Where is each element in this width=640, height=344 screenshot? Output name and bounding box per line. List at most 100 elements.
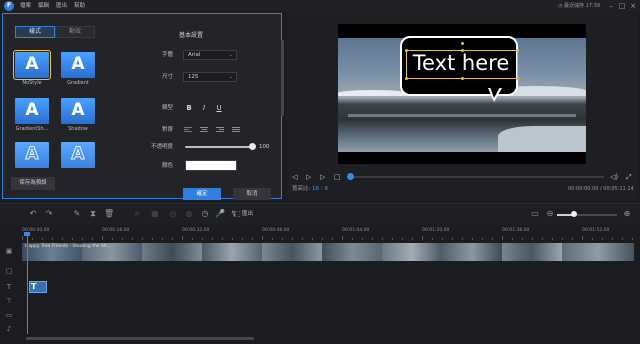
crop-icon[interactable]: ⌗ — [132, 209, 142, 219]
timeline-tick — [222, 238, 223, 240]
speed-icon[interactable]: ◷ — [200, 209, 210, 219]
size-label: 尺寸 — [161, 74, 173, 80]
tab-style[interactable]: 樣式 — [15, 26, 55, 38]
tab-animation[interactable]: 動效 — [55, 26, 95, 38]
playback-progress-handle[interactable] — [347, 173, 354, 180]
timeline-tick — [182, 236, 183, 240]
opacity-slider-handle[interactable] — [249, 143, 256, 150]
color-label: 顏色 — [161, 163, 173, 169]
aspect-ratio-value[interactable]: 16 : 9 — [312, 185, 328, 193]
resize-handle[interactable] — [516, 77, 519, 80]
opacity-slider-track[interactable] — [185, 146, 255, 148]
voiceover-icon[interactable]: 🎤 — [215, 209, 225, 219]
volume-icon[interactable]: ◁) — [610, 172, 618, 182]
resize-handle[interactable] — [405, 77, 408, 80]
timeline-tick — [52, 238, 53, 240]
font-label: 字體 — [161, 52, 173, 58]
timeline-tick — [322, 238, 323, 240]
video-clip[interactable]: Happy Tree Friends - Stealing the Sh... — [22, 243, 634, 261]
timeline-tick — [462, 238, 463, 240]
video-preview[interactable]: Text here — [338, 24, 586, 164]
menu-export[interactable]: 匯出 — [56, 1, 67, 11]
save-preset-button[interactable]: 保存為預設 — [11, 177, 55, 190]
style-label: GradientSh... — [15, 126, 49, 132]
align-justify-icon[interactable] — [232, 126, 240, 134]
freeze-icon[interactable]: ◎ — [168, 209, 178, 219]
split-icon[interactable]: ⧗ — [88, 209, 98, 219]
style-preset-hollow-1[interactable]: A — [15, 142, 49, 170]
timeline-tick — [392, 238, 393, 240]
playback-progress-track[interactable] — [350, 176, 604, 178]
bold-button[interactable]: B — [185, 104, 193, 112]
cancel-button[interactable]: 取消 — [233, 188, 271, 200]
zoom-out-icon[interactable]: ⊖ — [545, 209, 555, 219]
timeline-tick — [482, 238, 483, 240]
style-preset-gradient[interactable]: A Gradient — [61, 52, 95, 86]
app-logo-icon: F — [4, 1, 14, 11]
fit-timeline-icon[interactable]: ▭ — [530, 209, 540, 219]
delete-icon[interactable]: 🗑 — [104, 209, 114, 219]
timeline-tick — [382, 238, 383, 240]
timeline-tick — [432, 238, 433, 240]
color-picker[interactable] — [185, 160, 237, 171]
resize-handle[interactable] — [405, 49, 408, 52]
opacity-label: 不透明度 — [150, 144, 173, 150]
minimize-icon[interactable]: – — [606, 0, 616, 12]
text-selection-box[interactable] — [406, 50, 518, 79]
close-icon[interactable]: × — [628, 0, 638, 12]
align-right-icon[interactable] — [216, 126, 224, 134]
timeline-tick — [422, 236, 423, 240]
maximize-icon[interactable]: □ — [617, 0, 627, 12]
timeline-tick — [472, 238, 473, 240]
align-center-icon[interactable] — [200, 126, 208, 134]
previous-frame-icon[interactable]: ◁ — [292, 172, 297, 182]
resize-handle[interactable] — [461, 77, 464, 80]
timeline-tick — [102, 236, 103, 240]
stop-icon[interactable]: □ — [334, 172, 341, 182]
menu-edit[interactable]: 編輯 — [38, 1, 49, 11]
timeline-tick — [372, 238, 373, 240]
resize-handle[interactable] — [461, 49, 464, 52]
menu-help[interactable]: 幫助 — [74, 1, 85, 11]
rotate-handle[interactable] — [461, 42, 464, 45]
panel-scrollbar[interactable] — [281, 40, 284, 116]
style-preset-nostyle[interactable]: A NoStyle — [13, 50, 51, 86]
resize-handle[interactable] — [516, 49, 519, 52]
timeline-tick — [592, 238, 593, 240]
export-button[interactable]: 匯出 — [242, 209, 253, 219]
zoom-slider-handle[interactable] — [571, 211, 577, 217]
timeline-tick — [252, 238, 253, 240]
style-preset-gradient-shadow[interactable]: A GradientSh... — [15, 98, 49, 132]
timeline-tick — [162, 238, 163, 240]
redo-icon[interactable]: ↷ — [44, 209, 54, 219]
align-left-icon[interactable] — [184, 126, 192, 134]
mosaic-icon[interactable]: ▦ — [150, 209, 160, 219]
play-icon[interactable]: ▷ — [306, 172, 311, 182]
italic-button[interactable]: I — [200, 104, 208, 112]
export-icon[interactable]: ⬚ — [233, 209, 241, 219]
align-label: 對齊 — [161, 127, 173, 133]
timeline-tick — [92, 238, 93, 240]
next-frame-icon[interactable]: ▷ — [320, 172, 325, 182]
ok-button[interactable]: 確定 — [183, 188, 221, 200]
timeline-tick — [452, 238, 453, 240]
style-preset-hollow-2[interactable]: A — [61, 142, 95, 170]
timeline-scrollbar[interactable] — [26, 337, 254, 340]
undo-icon[interactable]: ↶ — [28, 209, 38, 219]
timeline-tick — [562, 238, 563, 240]
underline-button[interactable]: U — [215, 104, 223, 112]
timeline-tick-label: 00:01:20.00 — [422, 228, 450, 233]
playhead[interactable] — [27, 234, 28, 334]
edit-icon[interactable]: ✎ — [72, 209, 82, 219]
zoom-in-icon[interactable]: ⊕ — [622, 209, 632, 219]
menu-file[interactable]: 檔案 — [20, 1, 31, 11]
timeline-tick — [152, 238, 153, 240]
timeline-tick — [552, 238, 553, 240]
timeline-tick — [32, 238, 33, 240]
style-preset-shadow[interactable]: A Shadow — [61, 98, 95, 132]
size-dropdown[interactable]: 125 ⌄ — [183, 72, 237, 82]
font-dropdown[interactable]: Arial ⌄ — [183, 50, 237, 60]
image-track-icon: ▢ — [5, 267, 13, 275]
color-adjust-icon[interactable]: ◍ — [184, 209, 194, 219]
fullscreen-icon[interactable]: ⤢ — [626, 172, 632, 182]
